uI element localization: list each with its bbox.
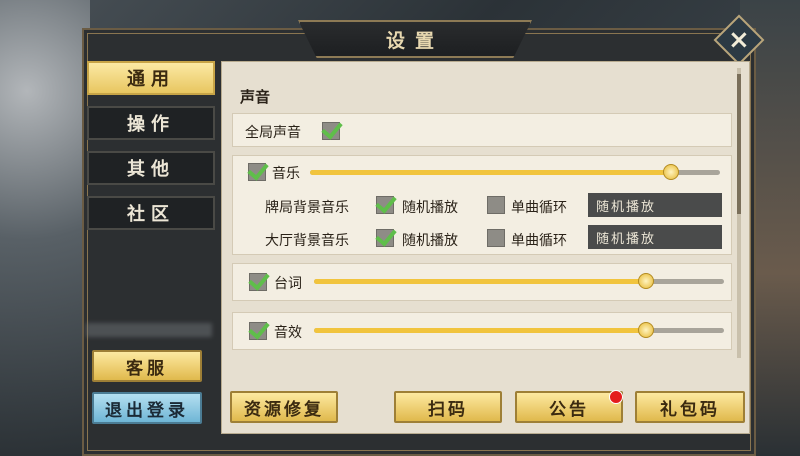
tab-general[interactable]: 通用 xyxy=(87,61,215,95)
voice-slider-knob[interactable] xyxy=(638,273,655,289)
table-bgm-loop-checkbox[interactable] xyxy=(487,196,505,214)
global-sound-row xyxy=(232,113,732,147)
background-left xyxy=(0,0,90,456)
close-icon: × xyxy=(728,24,750,55)
lobby-bgm-loop-checkbox[interactable] xyxy=(487,229,505,247)
lobby-bgm-random-checkbox[interactable] xyxy=(376,229,394,247)
table-bgm-loop-label: 单曲循环 xyxy=(511,200,567,216)
page-title: 设置 xyxy=(385,29,444,52)
music-slider[interactable] xyxy=(310,170,720,175)
table-bgm-random-label: 随机播放 xyxy=(402,200,458,216)
tab-other[interactable]: 其他 xyxy=(87,151,215,185)
resource-repair-button[interactable]: 资源修复 xyxy=(230,391,338,423)
scrollbar-thumb[interactable] xyxy=(737,74,741,214)
voice-slider-fill xyxy=(314,279,647,284)
section-title-sound: 声音 xyxy=(240,88,271,106)
table-bgm-label: 牌局背景音乐 xyxy=(265,200,349,216)
notice-button[interactable]: 公告 xyxy=(515,391,623,423)
lobby-bgm-random-label: 随机播放 xyxy=(402,233,458,249)
sfx-label: 音效 xyxy=(274,325,302,341)
customer-service-button[interactable]: 客服 xyxy=(92,350,202,382)
music-slider-knob[interactable] xyxy=(662,164,679,180)
blurred-user-id xyxy=(86,323,212,337)
table-bgm-random-checkbox[interactable] xyxy=(376,196,394,214)
gift-code-button[interactable]: 礼包码 xyxy=(635,391,745,423)
sfx-slider-fill xyxy=(314,328,647,333)
voice-checkbox[interactable] xyxy=(249,273,267,291)
voice-slider[interactable] xyxy=(314,279,724,284)
lobby-bgm-loop-label: 单曲循环 xyxy=(511,233,567,249)
title-bar: 设置 xyxy=(298,20,532,58)
tab-controls[interactable]: 操作 xyxy=(87,106,215,140)
sfx-slider[interactable] xyxy=(314,328,724,333)
global-sound-checkbox[interactable] xyxy=(322,122,340,140)
tab-community[interactable]: 社区 xyxy=(87,196,215,230)
music-label: 音乐 xyxy=(272,166,300,182)
lobby-bgm-label: 大厅背景音乐 xyxy=(265,233,349,249)
music-slider-fill xyxy=(310,170,671,175)
sfx-slider-knob[interactable] xyxy=(638,322,655,338)
global-sound-label: 全局声音 xyxy=(245,125,301,141)
notice-badge-dot xyxy=(609,390,623,404)
scan-code-button[interactable]: 扫码 xyxy=(394,391,502,423)
voice-label: 台词 xyxy=(274,276,302,292)
logout-button[interactable]: 退出登录 xyxy=(92,392,202,424)
table-bgm-dropdown[interactable]: 随机播放 xyxy=(588,193,722,217)
music-checkbox[interactable] xyxy=(248,163,266,181)
sfx-checkbox[interactable] xyxy=(249,322,267,340)
lobby-bgm-dropdown[interactable]: 随机播放 xyxy=(588,225,722,249)
